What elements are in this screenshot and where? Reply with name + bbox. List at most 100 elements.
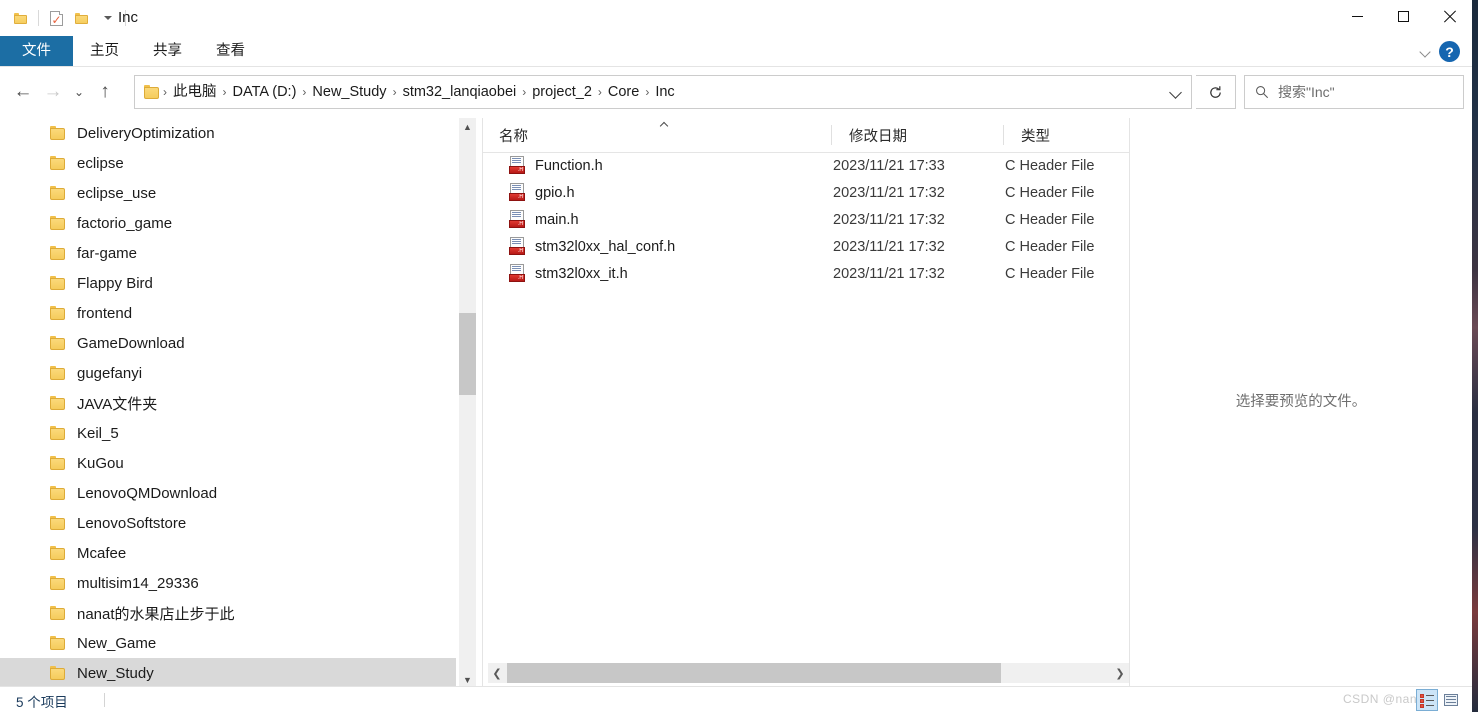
tree-item-label: frontend — [77, 304, 133, 322]
navigation-buttons: ← → ⌄ ↑ — [8, 75, 120, 109]
folder-icon — [50, 456, 66, 470]
tree-item[interactable]: GameDownload — [0, 328, 456, 358]
tab-share[interactable]: 共享 — [136, 36, 199, 67]
new-folder-button[interactable] — [69, 6, 95, 30]
breadcrumb-item-data-d[interactable]: DATA (D:) — [228, 79, 302, 105]
table-row[interactable]: .H gpio.h 2023/11/21 17:32 C Header File — [483, 179, 1129, 206]
folder-icon — [50, 426, 66, 440]
tree-item[interactable]: JAVA文件夹 — [0, 388, 456, 418]
folder-icon — [50, 576, 66, 590]
tree-item[interactable]: KuGou — [0, 448, 456, 478]
tree-item[interactable]: factorio_game — [0, 208, 456, 238]
breadcrumb-item-stm32-lanqiaobei[interactable]: stm32_lanqiaobei — [398, 79, 522, 105]
tiles-view-icon — [1444, 694, 1458, 706]
file-ext-label: .H — [518, 221, 523, 227]
breadcrumb-item-project-2[interactable]: project_2 — [527, 79, 597, 105]
c-header-file-icon: .H — [509, 237, 526, 255]
file-explorer-window: ✓ Inc 文件 主页 共享 查看 ? ← → ⌄ ↑ › 此电脑 › DATA… — [0, 0, 1472, 712]
recent-locations-button[interactable]: ⌄ — [68, 75, 90, 109]
file-ext-label: .H — [518, 248, 523, 254]
new-folder-icon — [75, 12, 89, 24]
file-ext-label: .H — [518, 194, 523, 200]
properties-icon: ✓ — [49, 10, 63, 26]
preview-pane: 选择要预览的文件。 — [1130, 118, 1472, 688]
tree-item[interactable]: DeliveryOptimization — [0, 118, 456, 148]
tree-item[interactable]: Keil_5 — [0, 418, 456, 448]
navigation-pane-scrollbar[interactable]: ▲ ▼ — [459, 118, 476, 688]
tree-item-label: nanat的水果店止步于此 — [77, 605, 235, 623]
folder-icon — [50, 486, 66, 500]
refresh-button[interactable] — [1196, 75, 1236, 109]
expand-ribbon-chevron-down-icon[interactable] — [1420, 46, 1431, 57]
minimize-icon — [1351, 16, 1363, 17]
breadcrumb-dropdown-chevron-down-icon[interactable] — [1169, 85, 1183, 99]
close-icon — [1443, 10, 1456, 23]
title-bar: ✓ Inc — [0, 0, 1472, 36]
close-button[interactable] — [1426, 0, 1472, 33]
horizontal-scrollbar-thumb[interactable] — [507, 663, 1001, 683]
tree-item[interactable]: eclipse_use — [0, 178, 456, 208]
tree-item-label: New_Study — [77, 664, 154, 682]
back-button[interactable]: ← — [8, 75, 38, 109]
ribbon-tabs-bar: 文件 主页 共享 查看 ? — [0, 36, 1472, 67]
folder-icon-button[interactable] — [8, 6, 34, 30]
file-date-cell: 2023/11/21 17:32 — [833, 184, 945, 201]
tree-item[interactable]: New_Study — [0, 658, 456, 688]
folder-icon — [50, 666, 66, 680]
scroll-left-button[interactable]: ❮ — [488, 663, 506, 683]
folder-icon — [50, 396, 66, 410]
folder-icon — [50, 336, 66, 350]
scroll-up-button[interactable]: ▲ — [459, 118, 476, 135]
breadcrumb-item-new-study[interactable]: New_Study — [307, 79, 391, 105]
tree-item[interactable]: nanat的水果店止步于此 — [0, 598, 456, 628]
breadcrumb-item-inc[interactable]: Inc — [650, 79, 679, 105]
tree-item[interactable]: Mcafee — [0, 538, 456, 568]
up-button[interactable]: ↑ — [90, 75, 120, 109]
search-box[interactable]: 搜索"Inc" — [1244, 75, 1464, 109]
file-name-cell: gpio.h — [535, 184, 575, 201]
tree-item[interactable]: gugefanyi — [0, 358, 456, 388]
tab-home[interactable]: 主页 — [73, 36, 136, 67]
column-divider-1[interactable] — [831, 125, 832, 145]
breadcrumb: › 此电脑 › DATA (D:) › New_Study › stm32_la… — [162, 76, 680, 108]
tree-item[interactable]: LenovoSoftstore — [0, 508, 456, 538]
tree-item[interactable]: LenovoQMDownload — [0, 478, 456, 508]
tree-item[interactable]: frontend — [0, 298, 456, 328]
tab-view[interactable]: 查看 — [199, 36, 262, 67]
tree-item[interactable]: eclipse — [0, 148, 456, 178]
tree-item[interactable]: multisim14_29336 — [0, 568, 456, 598]
column-header-name[interactable]: 名称 — [483, 118, 833, 152]
breadcrumb-item-this-pc[interactable]: 此电脑 — [168, 79, 222, 105]
tiles-view-button[interactable] — [1440, 689, 1462, 711]
table-row[interactable]: .H stm32l0xx_hal_conf.h 2023/11/21 17:32 C … — [483, 233, 1129, 260]
tab-file[interactable]: 文件 — [0, 36, 73, 67]
navigation-pane: DeliveryOptimization eclipse eclipse_use fa… — [0, 118, 456, 688]
search-input[interactable]: 搜索"Inc" — [1278, 82, 1335, 102]
details-view-button[interactable] — [1416, 689, 1438, 711]
maximize-button[interactable] — [1380, 0, 1426, 33]
table-row[interactable]: .H stm32l0xx_it.h 2023/11/21 17:32 C Header… — [483, 260, 1129, 287]
window-controls — [1334, 0, 1472, 33]
file-rows: .H Function.h 2023/11/21 17:33 C Header Fil… — [483, 152, 1129, 287]
breadcrumb-bar[interactable]: › 此电脑 › DATA (D:) › New_Study › stm32_la… — [134, 75, 1192, 109]
properties-button[interactable]: ✓ — [43, 6, 69, 30]
column-header-type[interactable]: 类型 — [1005, 118, 1129, 152]
file-list-horizontal-scrollbar[interactable]: ❮ ❯ — [488, 663, 1129, 683]
tree-item[interactable]: Flappy Bird — [0, 268, 456, 298]
column-divider-2[interactable] — [1003, 125, 1004, 145]
tree-item-label: JAVA文件夹 — [77, 395, 158, 413]
table-row[interactable]: .H Function.h 2023/11/21 17:33 C Header Fil… — [483, 152, 1129, 179]
breadcrumb-item-core[interactable]: Core — [603, 79, 644, 105]
scroll-right-button[interactable]: ❯ — [1111, 663, 1129, 683]
table-row[interactable]: .H main.h 2023/11/21 17:32 C Header File — [483, 206, 1129, 233]
tree-item[interactable]: New_Game — [0, 628, 456, 658]
tree-item-label: GameDownload — [77, 334, 185, 352]
forward-button[interactable]: → — [38, 75, 68, 109]
column-header-date[interactable]: 修改日期 — [833, 118, 1005, 152]
folder-icon — [50, 156, 66, 170]
tree-item[interactable]: far-game — [0, 238, 456, 268]
scrollbar-thumb[interactable] — [459, 313, 476, 395]
folder-icon — [50, 216, 66, 230]
help-button[interactable]: ? — [1439, 41, 1460, 62]
minimize-button[interactable] — [1334, 0, 1380, 33]
